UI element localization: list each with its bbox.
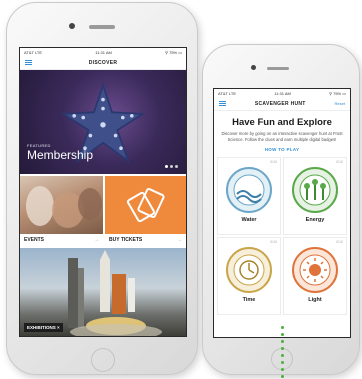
dotted-trail	[281, 326, 285, 378]
arrow-right-icon: →	[94, 237, 99, 243]
home-button[interactable]	[91, 348, 115, 372]
stage: AT&T LTE 11:31 AM ⚲ 75% ▭ DISCOVER FEATU…	[0, 0, 362, 379]
status-bar: AT&T LTE 11:31 AM ⚲ 75% ▭	[214, 89, 350, 97]
speaker-grille	[89, 25, 115, 29]
discover-screen: AT&T LTE 11:31 AM ⚲ 75% ▭ DISCOVER FEATU…	[19, 47, 187, 337]
exhibitions-badge[interactable]: EXHIBITIONS ×	[24, 323, 63, 332]
events-label: EVENTS	[24, 237, 45, 243]
exhibitions-card[interactable]: EXHIBITIONS ×	[20, 248, 186, 336]
badge-label: Time	[242, 297, 256, 303]
event-people-photo	[26, 186, 102, 228]
front-camera	[251, 65, 256, 70]
menu-icon[interactable]	[25, 60, 32, 65]
time-badge-icon	[226, 247, 272, 293]
events-image	[20, 176, 103, 234]
battery-text: ⚲ 75% ▭	[165, 49, 182, 55]
tickets-label-row: BUY TICKETS →	[105, 234, 186, 246]
carrier-text: AT&T LTE	[24, 49, 43, 55]
light-badge-icon	[292, 247, 338, 293]
badge-label: Water	[241, 217, 257, 223]
badge-grid: 0/10 Water 0/10 Energy 0/10 Time 0/10 Li…	[214, 152, 350, 315]
battery-text: ⚲ 75% ▭	[329, 90, 346, 96]
featured-membership-card[interactable]: FEATURED Membership	[20, 70, 186, 174]
carousel-dots[interactable]	[165, 165, 178, 168]
menu-icon[interactable]	[219, 101, 226, 106]
badge-time[interactable]: 0/10 Time	[217, 237, 281, 315]
front-camera	[69, 23, 75, 29]
badge-progress: 0/10	[270, 240, 277, 244]
tickets-label: BUY TICKETS	[109, 237, 143, 243]
scavenger-hunt-screen: AT&T LTE 11:31 AM ⚲ 75% ▭ SCAVENGER HUNT…	[213, 88, 351, 338]
arrow-right-icon: →	[177, 237, 182, 243]
badge-energy[interactable]: 0/10 Energy	[283, 157, 347, 235]
clock-text: 11:31 AM	[274, 90, 291, 96]
page-title: SCAVENGER HUNT	[254, 100, 306, 107]
badge-label: Light	[308, 297, 322, 303]
hero-title: Membership	[27, 148, 94, 162]
status-bar: AT&T LTE 11:31 AM ⚲ 75% ▭	[20, 48, 186, 56]
ticket-icon	[126, 187, 165, 223]
badge-progress: 0/10	[270, 160, 277, 164]
badge-progress: 0/10	[336, 240, 343, 244]
speaker-grille	[267, 67, 289, 70]
energy-badge-icon	[292, 167, 338, 213]
badge-light[interactable]: 0/10 Light	[283, 237, 347, 315]
description: Discover more by going on an interactive…	[221, 131, 343, 142]
badge-progress: 0/10	[336, 160, 343, 164]
nav-bar: SCAVENGER HUNT Reset	[214, 97, 350, 111]
tile-row: EVENTS → BUY TICKETS →	[20, 174, 186, 248]
badge-label: Energy	[305, 217, 325, 223]
heading: Have Fun and Explore	[232, 117, 332, 128]
carrier-text: AT&T LTE	[218, 90, 237, 96]
water-badge-icon	[226, 167, 272, 213]
events-tile[interactable]: EVENTS →	[20, 176, 103, 246]
buy-tickets-tile[interactable]: BUY TICKETS →	[105, 176, 186, 246]
events-label-row: EVENTS →	[20, 234, 103, 246]
clock-text: 11:31 AM	[95, 49, 112, 55]
tickets-image	[105, 176, 186, 234]
page-title: DISCOVER	[88, 59, 118, 66]
intro-section: Have Fun and Explore Discover more by go…	[214, 111, 350, 152]
reset-link[interactable]: Reset	[335, 101, 345, 106]
badge-water[interactable]: 0/10 Water	[217, 157, 281, 235]
left-phone: AT&T LTE 11:31 AM ⚲ 75% ▭ DISCOVER FEATU…	[6, 2, 198, 375]
nav-bar: DISCOVER	[20, 56, 186, 70]
